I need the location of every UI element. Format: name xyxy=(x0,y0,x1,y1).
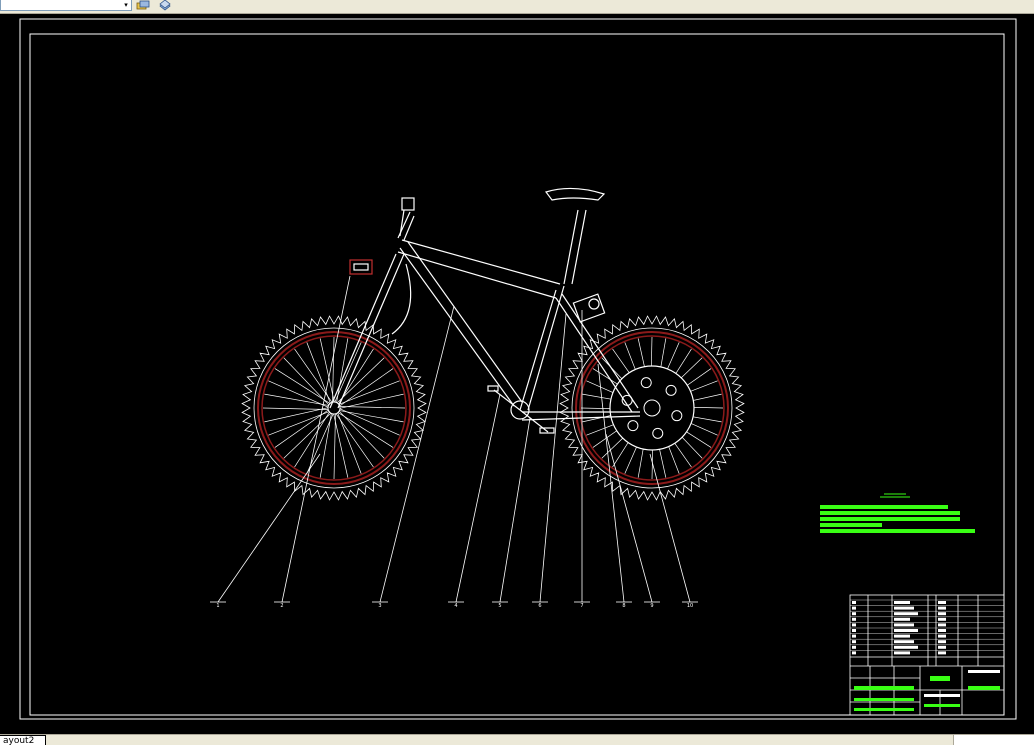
inner-drawing-frame xyxy=(29,33,1005,716)
spoke xyxy=(262,407,329,410)
bom-name xyxy=(894,629,918,632)
bom-index xyxy=(852,612,856,616)
rear-wheel xyxy=(559,315,745,501)
bom-name xyxy=(894,606,914,610)
bom-index xyxy=(852,606,856,610)
spoke xyxy=(294,348,333,403)
callout-number: 6 xyxy=(538,603,541,609)
rim-inner xyxy=(261,335,407,481)
callout-number: 10 xyxy=(687,603,693,609)
spoke xyxy=(339,406,406,409)
spoke xyxy=(335,413,374,468)
spoke xyxy=(268,380,329,408)
bom-index xyxy=(852,623,856,627)
spoke xyxy=(337,412,394,448)
spoke xyxy=(339,408,400,436)
front-wheel xyxy=(241,315,427,501)
spoke xyxy=(319,413,332,478)
bom-index xyxy=(852,629,856,632)
leader-line xyxy=(281,275,351,603)
leader-line xyxy=(217,453,321,603)
spoke xyxy=(333,413,336,480)
bom-name xyxy=(894,601,910,604)
callout-number: 8 xyxy=(622,603,625,609)
bom-qty xyxy=(938,651,946,655)
spoke xyxy=(274,409,329,448)
bom-qty xyxy=(938,612,946,616)
bom-qty xyxy=(938,601,946,604)
bom-index xyxy=(852,617,856,621)
rim-outer xyxy=(257,331,411,485)
callout-number: 1 xyxy=(216,603,219,609)
bom-qty xyxy=(938,606,946,610)
bom-qty xyxy=(938,634,946,638)
drawing-canvas[interactable]: 1 2 3 4 5 6 7 8 9 10 xyxy=(0,14,1034,734)
bom-index xyxy=(852,601,856,604)
leader-line xyxy=(605,433,653,603)
title-block-fills xyxy=(854,670,1000,711)
bom-index xyxy=(852,645,856,649)
bom-qty xyxy=(938,617,946,621)
bom-qty xyxy=(938,629,946,632)
toolbar: ▾ xyxy=(0,0,1034,14)
callout-number: 3 xyxy=(378,603,381,609)
callout-number: 7 xyxy=(580,603,583,609)
note-line xyxy=(820,511,960,515)
spoke xyxy=(319,338,335,403)
leader-line xyxy=(455,393,501,603)
spoke xyxy=(334,342,362,403)
bom-name xyxy=(894,623,914,627)
spoke xyxy=(339,410,404,423)
callout-number: 4 xyxy=(454,603,457,609)
bom-name xyxy=(894,645,918,649)
bom-qty xyxy=(938,645,946,649)
spoke xyxy=(264,407,329,423)
leader-line xyxy=(499,417,531,603)
bom-name xyxy=(894,617,910,621)
brake-disc xyxy=(609,365,695,451)
layout-tab-bar: ayout2 xyxy=(0,734,1034,745)
spoke xyxy=(333,413,349,478)
leader-line xyxy=(379,305,455,603)
note-line xyxy=(820,517,960,521)
bom-name xyxy=(894,612,918,616)
note-line xyxy=(820,523,882,527)
callout-leaders: 1 2 3 4 5 6 7 8 9 10 xyxy=(210,275,698,609)
bom-name xyxy=(894,640,914,644)
bom-qty xyxy=(938,640,946,644)
outer-sheet-border xyxy=(19,18,1017,720)
bom-index xyxy=(852,634,856,638)
bill-of-materials xyxy=(850,599,1004,655)
callout-number: 2 xyxy=(280,603,283,609)
spoke xyxy=(332,336,335,403)
layer-combo[interactable]: ▾ xyxy=(0,0,132,11)
bom-name xyxy=(894,651,910,655)
technical-notes xyxy=(820,493,975,533)
bom-index xyxy=(852,651,856,655)
bicycle-drawing: 1 2 3 4 5 6 7 8 9 10 xyxy=(19,18,1017,720)
spoke xyxy=(264,393,329,406)
spoke xyxy=(274,368,331,404)
spoke xyxy=(339,393,404,409)
layer-states-icon[interactable] xyxy=(136,0,150,11)
layer-previous-icon[interactable] xyxy=(158,0,172,11)
chevron-down-icon[interactable]: ▾ xyxy=(122,0,130,10)
bom-index xyxy=(852,640,856,644)
note-line xyxy=(820,529,975,533)
bom-qty xyxy=(938,623,946,627)
callout-number: 5 xyxy=(498,603,501,609)
bom-name xyxy=(894,634,910,638)
callout-number: 9 xyxy=(650,603,653,609)
note-line xyxy=(820,505,948,509)
spoke xyxy=(339,368,394,407)
